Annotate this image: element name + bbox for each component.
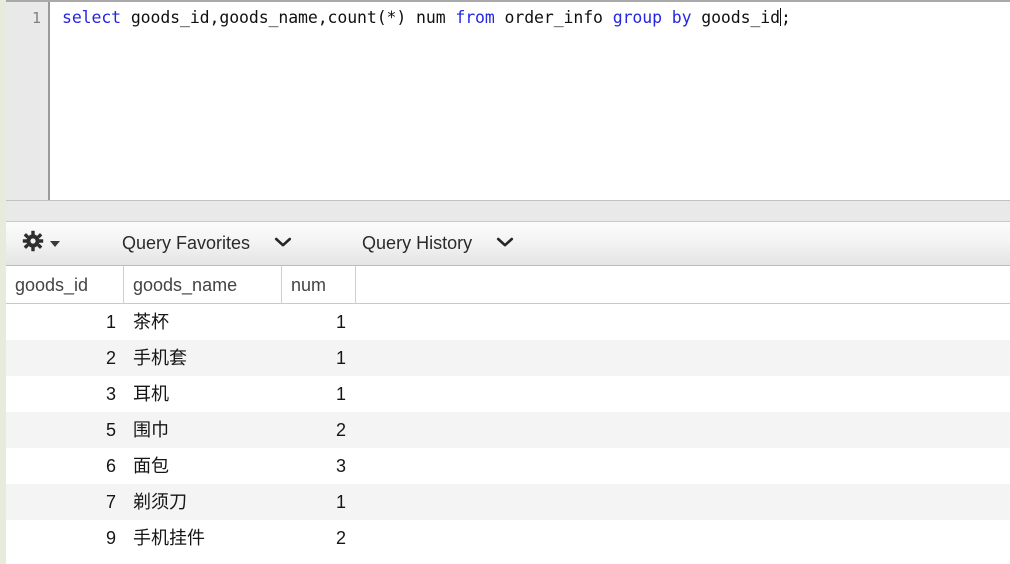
sql-text: order_info: [495, 8, 613, 27]
cell-filler: [356, 304, 1010, 340]
results-grid-header: goods_id goods_name num: [6, 266, 1010, 304]
cell-filler: [356, 520, 1010, 556]
cell-goods-name[interactable]: 剃须刀: [124, 484, 282, 520]
query-history-label: Query History: [362, 233, 472, 254]
cell-filler: [356, 376, 1010, 412]
sql-text: goods_id: [691, 8, 780, 27]
cell-filler: [356, 484, 1010, 520]
results-toolbar: Query Favorites Query History: [6, 222, 1010, 266]
results-grid: goods_id goods_name num 1茶杯12手机套13耳机15围巾…: [6, 266, 1010, 564]
table-row[interactable]: 3耳机1: [6, 376, 1010, 412]
sql-text: goods_id,goods_name,count(*) num: [121, 8, 455, 27]
cell-goods-name[interactable]: 手机套: [124, 340, 282, 376]
column-header-goods-name[interactable]: goods_name: [124, 266, 282, 304]
cell-num[interactable]: 1: [282, 304, 356, 340]
cell-num[interactable]: 2: [282, 520, 356, 556]
column-header-filler: [356, 266, 1010, 304]
sql-editor-pane[interactable]: 1 select goods_id,goods_name,count(*) nu…: [6, 0, 1010, 200]
sql-keyword: from: [455, 8, 494, 27]
cell-goods-id[interactable]: 7: [6, 484, 124, 520]
cell-num[interactable]: 1: [282, 484, 356, 520]
column-header-goods-id[interactable]: goods_id: [6, 266, 124, 304]
cell-goods-name[interactable]: 茶杯: [124, 304, 282, 340]
triangle-down-icon: [50, 241, 60, 247]
cell-num[interactable]: 1: [282, 376, 356, 412]
results-grid-body: 1茶杯12手机套13耳机15围巾26面包37剃须刀19手机挂件2: [6, 304, 1010, 556]
chevron-down-icon: [274, 235, 292, 253]
sql-editor-text-area[interactable]: select goods_id,goods_name,count(*) num …: [50, 2, 1010, 200]
cell-goods-id[interactable]: 3: [6, 376, 124, 412]
sql-keyword: by: [672, 8, 692, 27]
cell-num[interactable]: 3: [282, 448, 356, 484]
sql-keyword: group: [613, 8, 662, 27]
table-row[interactable]: 2手机套1: [6, 340, 1010, 376]
editor-line-number-gutter: 1: [6, 2, 50, 200]
table-row[interactable]: 5围巾2: [6, 412, 1010, 448]
cell-goods-name[interactable]: 面包: [124, 448, 282, 484]
sql-keyword: select: [62, 8, 121, 27]
query-history-menu[interactable]: Query History: [362, 233, 514, 254]
cell-goods-name[interactable]: 耳机: [124, 376, 282, 412]
cell-goods-id[interactable]: 1: [6, 304, 124, 340]
table-row[interactable]: 1茶杯1: [6, 304, 1010, 340]
table-row[interactable]: 6面包3: [6, 448, 1010, 484]
column-header-num[interactable]: num: [282, 266, 356, 304]
cell-goods-name[interactable]: 围巾: [124, 412, 282, 448]
cell-goods-id[interactable]: 5: [6, 412, 124, 448]
gear-icon: [22, 230, 44, 257]
editor-results-separator: [6, 200, 1010, 222]
cell-num[interactable]: 2: [282, 412, 356, 448]
cell-filler: [356, 340, 1010, 376]
sql-text: [662, 8, 672, 27]
query-favorites-menu[interactable]: Query Favorites: [122, 233, 292, 254]
cell-goods-id[interactable]: 6: [6, 448, 124, 484]
cell-filler: [356, 412, 1010, 448]
cell-filler: [356, 448, 1010, 484]
cell-goods-id[interactable]: 9: [6, 520, 124, 556]
line-number: 1: [6, 6, 41, 30]
sql-text: ;: [781, 8, 791, 27]
chevron-down-icon: [496, 235, 514, 253]
cell-goods-id[interactable]: 2: [6, 340, 124, 376]
query-favorites-label: Query Favorites: [122, 233, 250, 254]
table-row[interactable]: 9手机挂件2: [6, 520, 1010, 556]
cell-num[interactable]: 1: [282, 340, 356, 376]
cell-goods-name[interactable]: 手机挂件: [124, 520, 282, 556]
sql-client-window: 1 select goods_id,goods_name,count(*) nu…: [0, 0, 1010, 564]
table-row[interactable]: 7剃须刀1: [6, 484, 1010, 520]
sql-query-line[interactable]: select goods_id,goods_name,count(*) num …: [62, 6, 1010, 30]
settings-menu-button[interactable]: [22, 230, 60, 257]
